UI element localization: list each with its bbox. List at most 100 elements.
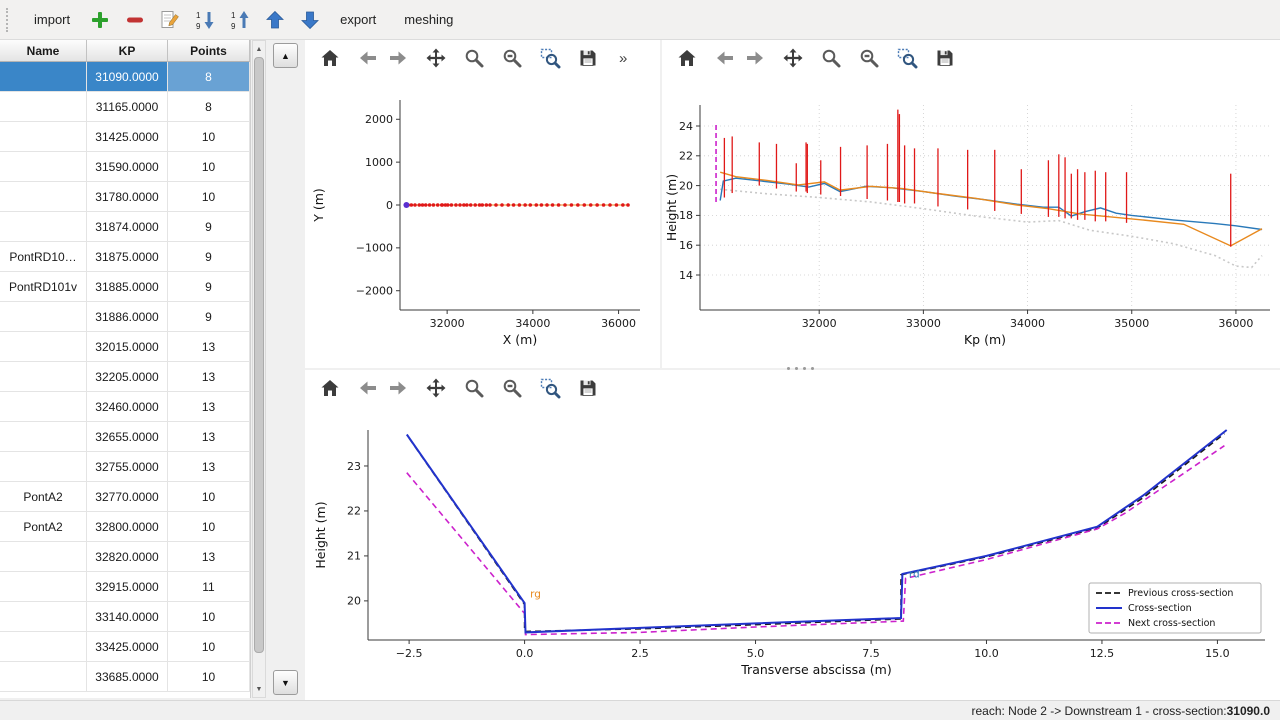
cell-kp[interactable]: 32800.0000	[87, 512, 168, 542]
table-row[interactable]: PontRD10…31875.00009	[0, 242, 250, 272]
cell-kp[interactable]: 31874.0000	[87, 212, 168, 242]
cell-name[interactable]: PontA2	[0, 482, 87, 512]
cell-kp[interactable]: 33425.0000	[87, 632, 168, 662]
table-row[interactable]: 32205.000013	[0, 362, 250, 392]
cell-name[interactable]	[0, 212, 87, 242]
edit-icon[interactable]	[159, 9, 181, 31]
toolbar-overflow-button[interactable]: »	[619, 50, 627, 67]
cell-kp[interactable]: 31780.0000	[87, 182, 168, 212]
remove-icon[interactable]	[124, 9, 146, 31]
toolbar-grip[interactable]	[6, 8, 13, 32]
cell-pts[interactable]: 9	[168, 302, 250, 332]
zoom-icon[interactable]	[820, 47, 842, 69]
cell-name[interactable]	[0, 422, 87, 452]
cell-name[interactable]	[0, 542, 87, 572]
cell-pts[interactable]: 13	[168, 452, 250, 482]
cell-pts[interactable]: 9	[168, 242, 250, 272]
cell-name[interactable]	[0, 152, 87, 182]
cell-name[interactable]	[0, 572, 87, 602]
cell-name[interactable]	[0, 332, 87, 362]
cell-kp[interactable]: 32755.0000	[87, 452, 168, 482]
cell-kp[interactable]: 32460.0000	[87, 392, 168, 422]
save-icon[interactable]	[577, 377, 599, 399]
pan-icon[interactable]	[782, 47, 804, 69]
scrollbar-down-arrow-icon[interactable]: ▼	[253, 682, 265, 696]
zoom-icon[interactable]	[463, 377, 485, 399]
cell-name[interactable]	[0, 452, 87, 482]
cell-pts[interactable]: 10	[168, 512, 250, 542]
back-icon[interactable]	[714, 47, 736, 69]
cell-name[interactable]	[0, 662, 87, 692]
move-row-up-button[interactable]: ▲	[273, 43, 298, 68]
cell-pts[interactable]: 9	[168, 212, 250, 242]
cell-pts[interactable]: 10	[168, 662, 250, 692]
cross-section-plot[interactable]: −2.50.02.55.07.510.012.515.020212223Tran…	[305, 406, 1280, 700]
cell-kp[interactable]: 32015.0000	[87, 332, 168, 362]
cell-kp[interactable]: 33685.0000	[87, 662, 168, 692]
move-up-icon[interactable]	[264, 9, 286, 31]
cell-name[interactable]	[0, 92, 87, 122]
cell-pts[interactable]: 13	[168, 332, 250, 362]
cell-kp[interactable]: 31165.0000	[87, 92, 168, 122]
cell-pts[interactable]: 13	[168, 542, 250, 572]
home-icon[interactable]	[676, 47, 698, 69]
table-row[interactable]: 31874.00009	[0, 212, 250, 242]
export-button[interactable]: export	[331, 7, 385, 32]
plan-view-plot[interactable]: 320003400036000−2000−1000010002000X (m)Y…	[305, 76, 660, 368]
meshing-button[interactable]: meshing	[395, 7, 462, 32]
forward-icon[interactable]	[387, 47, 409, 69]
cell-pts[interactable]: 10	[168, 482, 250, 512]
table-row[interactable]: 33140.000010	[0, 602, 250, 632]
table-scrollbar[interactable]: ▲ ▼	[252, 40, 266, 698]
cell-name[interactable]	[0, 122, 87, 152]
forward-icon[interactable]	[744, 47, 766, 69]
cell-kp[interactable]: 31886.0000	[87, 302, 168, 332]
back-icon[interactable]	[357, 377, 379, 399]
cell-kp[interactable]: 31590.0000	[87, 152, 168, 182]
zoom-rect-icon[interactable]	[539, 47, 561, 69]
column-header-kp[interactable]: KP	[87, 40, 168, 62]
cell-name[interactable]: PontRD101v	[0, 272, 87, 302]
longitudinal-profile-plot[interactable]: 3200033000340003500036000141618202224Kp …	[662, 76, 1280, 368]
sort-asc-icon[interactable]: 19	[194, 9, 216, 31]
save-icon[interactable]	[577, 47, 599, 69]
cell-kp[interactable]: 32915.0000	[87, 572, 168, 602]
save-icon[interactable]	[934, 47, 956, 69]
table-row[interactable]: 32655.000013	[0, 422, 250, 452]
cell-pts[interactable]: 10	[168, 182, 250, 212]
zoom-mark-icon[interactable]	[501, 47, 523, 69]
cell-name[interactable]: PontRD10…	[0, 242, 87, 272]
zoom-mark-icon[interactable]	[858, 47, 880, 69]
cell-kp[interactable]: 32820.0000	[87, 542, 168, 572]
cell-pts[interactable]: 11	[168, 572, 250, 602]
table-row[interactable]: 32755.000013	[0, 452, 250, 482]
cell-name[interactable]	[0, 602, 87, 632]
table-row[interactable]: 31425.000010	[0, 122, 250, 152]
cell-kp[interactable]: 32205.0000	[87, 362, 168, 392]
cell-name[interactable]	[0, 62, 87, 92]
cell-pts[interactable]: 10	[168, 602, 250, 632]
cell-pts[interactable]: 9	[168, 272, 250, 302]
cell-name[interactable]	[0, 362, 87, 392]
home-icon[interactable]	[319, 377, 341, 399]
cell-kp[interactable]: 33140.0000	[87, 602, 168, 632]
cell-pts[interactable]: 10	[168, 152, 250, 182]
scrollbar-thumb[interactable]	[254, 57, 264, 653]
cell-kp[interactable]: 31885.0000	[87, 272, 168, 302]
cell-pts[interactable]: 8	[168, 62, 250, 92]
move-down-icon[interactable]	[299, 9, 321, 31]
table-row[interactable]: 31886.00009	[0, 302, 250, 332]
home-icon[interactable]	[319, 47, 341, 69]
cell-kp[interactable]: 32655.0000	[87, 422, 168, 452]
table-row[interactable]: 31590.000010	[0, 152, 250, 182]
move-row-down-button[interactable]: ▼	[273, 670, 298, 695]
table-row[interactable]: PontRD101v31885.00009	[0, 272, 250, 302]
zoom-rect-icon[interactable]	[896, 47, 918, 69]
forward-icon[interactable]	[387, 377, 409, 399]
table-row[interactable]: PontA232800.000010	[0, 512, 250, 542]
add-icon[interactable]	[89, 9, 111, 31]
cell-name[interactable]	[0, 632, 87, 662]
back-icon[interactable]	[357, 47, 379, 69]
cell-kp[interactable]: 32770.0000	[87, 482, 168, 512]
cell-name[interactable]	[0, 392, 87, 422]
